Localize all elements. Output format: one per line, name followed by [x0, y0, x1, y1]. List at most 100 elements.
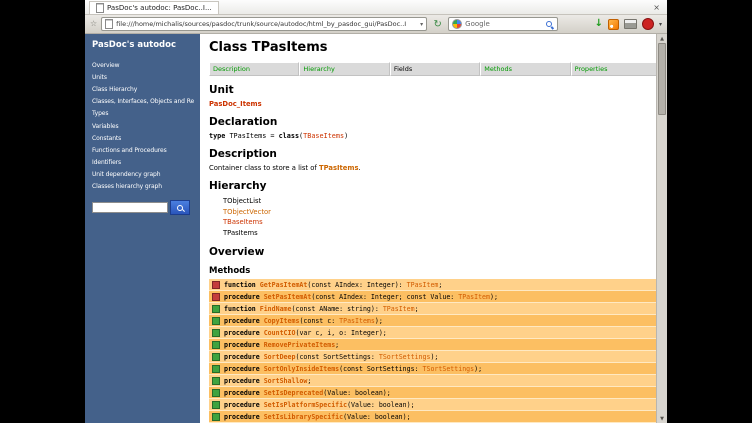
sidebar-item[interactable]: Overview: [92, 59, 194, 71]
reload-icon[interactable]: ↻: [431, 18, 444, 31]
section-heading-hierarchy: Hierarchy: [209, 180, 650, 192]
adblock-icon[interactable]: [642, 18, 654, 30]
sidebar-item[interactable]: Classes hierarchy graph: [92, 181, 194, 193]
chevron-down-icon[interactable]: ▾: [420, 21, 423, 28]
method-name-link[interactable]: CountCIO: [264, 329, 296, 337]
code-text: );: [474, 365, 482, 373]
code-text: (Value: boolean);: [323, 389, 391, 397]
url-bar[interactable]: file:///home/michalis/sources/pasdoc/tru…: [101, 17, 427, 31]
method-name-link[interactable]: SortDeep: [264, 353, 296, 361]
page-icon: [96, 3, 104, 13]
public-marker-icon: [212, 413, 220, 421]
member-row: procedure SortDeep(const SortSettings: T…: [209, 351, 656, 363]
type-link[interactable]: TPasItem: [458, 293, 490, 301]
member-declaration: function GetPasItemAt(const AIndex: Inte…: [224, 281, 442, 289]
member-row: function GetPasItemAt(const AIndex: Inte…: [209, 279, 656, 291]
search-engine-label: Google: [465, 20, 543, 28]
sidebar-item[interactable]: Functions and Procedures: [92, 144, 194, 156]
class-link[interactable]: TBaseItems: [303, 132, 344, 140]
doc-content: Class TPasItems DescriptionHierarchyFiel…: [200, 34, 656, 423]
scroll-up-icon[interactable]: ▲: [660, 34, 664, 43]
private-marker-icon: [212, 293, 220, 301]
code-text: (const AName: string):: [292, 305, 383, 313]
method-name-link[interactable]: SortOnlyInsideItems: [264, 365, 339, 373]
code-keyword: class: [279, 132, 299, 140]
scrollbar-thumb[interactable]: [658, 43, 666, 115]
hierarchy-class[interactable]: TBaseItems: [223, 217, 650, 228]
browser-window: PasDoc's autodoc: PasDoc..I... × ☆ file:…: [85, 0, 667, 423]
sidebar-item[interactable]: Variables: [92, 120, 194, 132]
type-link[interactable]: TPasItem: [383, 305, 415, 313]
unit-link[interactable]: PasDoc_Items: [209, 100, 650, 108]
hierarchy-class: TPasItems: [223, 228, 650, 239]
member-declaration: procedure CountCIO(var c, i, o: Integer)…: [224, 329, 387, 337]
feed-icon[interactable]: [608, 19, 619, 30]
code-text: (const AIndex: Integer; const Value:: [311, 293, 458, 301]
code-text: Container class to store a list of: [209, 164, 319, 172]
member-declaration: procedure SetPasItemAt(const AIndex: Int…: [224, 293, 498, 301]
code-keyword: type: [209, 132, 229, 140]
method-name-link[interactable]: FindName: [260, 305, 292, 313]
public-marker-icon: [212, 305, 220, 313]
sidebar-title: PasDoc's autodoc: [92, 40, 194, 50]
hierarchy-list: TObjectListTObjectVectorTBaseItemsTPasIt…: [223, 196, 650, 238]
method-name-link[interactable]: GetPasItemAt: [260, 281, 308, 289]
navigation-toolbar: ☆ file:///home/michalis/sources/pasdoc/t…: [85, 15, 667, 34]
type-link[interactable]: TSortSettings: [379, 353, 431, 361]
member-declaration: procedure SetIsPlatformSpecific(Value: b…: [224, 401, 415, 409]
search-input[interactable]: [92, 202, 168, 213]
url-text: file:///home/michalis/sources/pasdoc/tru…: [116, 20, 417, 28]
sidebar: PasDoc's autodoc OverviewUnitsClass Hier…: [85, 34, 200, 423]
sidebar-item[interactable]: Constants: [92, 132, 194, 144]
browser-content: PasDoc's autodoc OverviewUnitsClass Hier…: [85, 34, 667, 423]
class-nav: DescriptionHierarchyFieldsMethodsPropert…: [209, 62, 656, 76]
sidebar-item[interactable]: Class Hierarchy: [92, 83, 194, 95]
sidebar-item[interactable]: Classes, Interfaces, Objects and Records: [92, 96, 194, 108]
section-heading-declaration: Declaration: [209, 116, 650, 128]
type-link[interactable]: TPasItems: [339, 317, 375, 325]
search-icon[interactable]: [546, 21, 552, 27]
bookmark-icon[interactable]: ☆: [90, 20, 97, 28]
class-nav-properties[interactable]: Properties: [571, 62, 656, 76]
scrollbar[interactable]: ▲ ▼: [656, 34, 667, 423]
sidebar-item[interactable]: Identifiers: [92, 157, 194, 169]
hierarchy-class[interactable]: TObjectVector: [223, 207, 650, 218]
code-keyword: procedure: [224, 401, 264, 409]
type-link[interactable]: TSortSettings: [423, 365, 475, 373]
public-marker-icon: [212, 341, 220, 349]
sidebar-item[interactable]: Unit dependency graph: [92, 169, 194, 181]
member-declaration: procedure SortShallow;: [224, 377, 311, 385]
scroll-down-icon[interactable]: ▼: [660, 414, 664, 423]
method-name-link[interactable]: SetIsPlatformSpecific: [264, 401, 347, 409]
methods-heading: Methods: [209, 266, 650, 276]
close-tab-icon[interactable]: ×: [650, 3, 663, 12]
search-button[interactable]: [170, 200, 190, 215]
public-marker-icon: [212, 401, 220, 409]
method-name-link[interactable]: SetPasItemAt: [264, 293, 312, 301]
chevron-down-icon[interactable]: ▾: [659, 21, 662, 28]
search-bar[interactable]: Google: [448, 17, 558, 31]
member-row: function FindName(const AName: string): …: [209, 303, 656, 315]
member-declaration: procedure SetIsLibrarySpecific(Value: bo…: [224, 413, 411, 421]
download-icon[interactable]: ↓: [595, 19, 603, 29]
browser-tab[interactable]: PasDoc's autodoc: PasDoc..I...: [89, 1, 219, 14]
page-title: Class TPasItems: [209, 40, 650, 55]
printer-icon[interactable]: [624, 19, 637, 29]
search-icon: [177, 205, 183, 211]
sidebar-item[interactable]: Types: [92, 108, 194, 120]
method-name-link[interactable]: RemovePrivateItems: [264, 341, 335, 349]
method-name-link[interactable]: SetIsLibrarySpecific: [264, 413, 343, 421]
sidebar-item[interactable]: Units: [92, 71, 194, 83]
sidebar-search: [92, 200, 194, 215]
class-nav-methods[interactable]: Methods: [480, 62, 570, 76]
class-link[interactable]: TPasItems: [319, 164, 359, 172]
class-nav-hierarchy[interactable]: Hierarchy: [299, 62, 389, 76]
member-declaration: procedure SetIsDeprecated(Value: boolean…: [224, 389, 391, 397]
method-name-link[interactable]: CopyItems: [264, 317, 300, 325]
section-heading-description: Description: [209, 148, 650, 160]
class-nav-description[interactable]: Description: [209, 62, 299, 76]
method-name-link[interactable]: SortShallow: [264, 377, 308, 385]
method-name-link[interactable]: SetIsDeprecated: [264, 389, 324, 397]
type-link[interactable]: TPasItem: [407, 281, 439, 289]
section-heading-overview: Overview: [209, 246, 650, 258]
